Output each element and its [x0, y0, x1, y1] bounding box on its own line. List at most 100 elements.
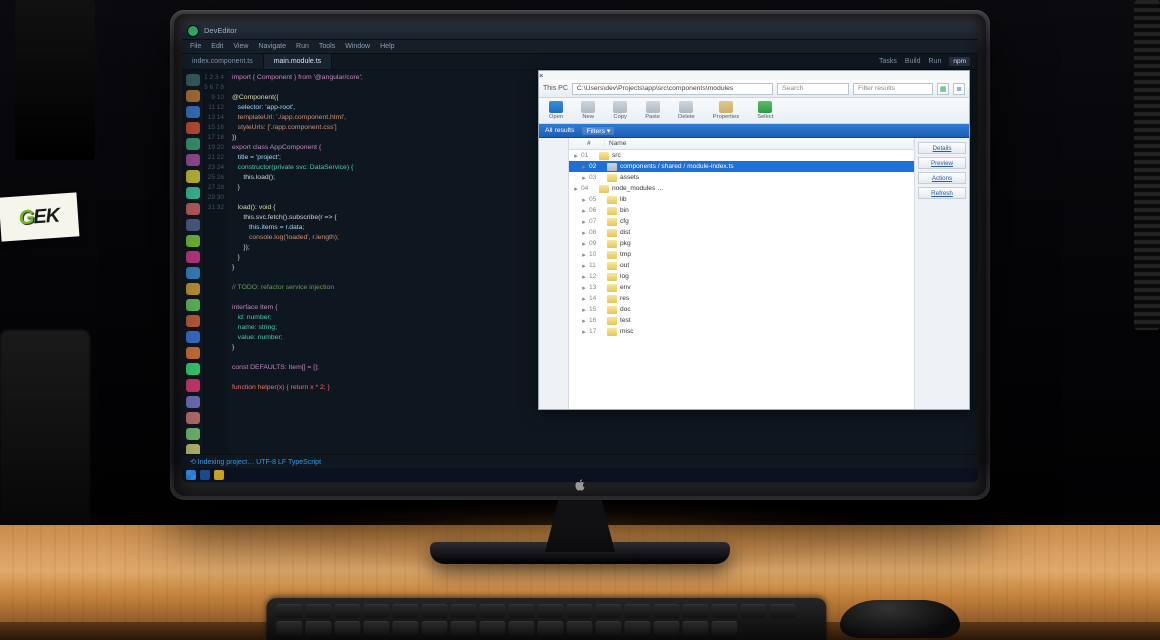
activity-icon[interactable]: [186, 396, 200, 408]
col-name[interactable]: Name: [605, 140, 914, 147]
expand-chevron-icon[interactable]: ▸: [579, 196, 589, 204]
menu-help[interactable]: Help: [380, 43, 394, 50]
activity-icon[interactable]: [186, 363, 200, 375]
expand-chevron-icon[interactable]: ▸: [579, 284, 589, 292]
ide-statusbar[interactable]: ⟲ Indexing project… UTF-8 LF TypeScript: [182, 454, 978, 468]
expand-chevron-icon[interactable]: ▸: [579, 306, 589, 314]
menu-navigate[interactable]: Navigate: [258, 43, 286, 50]
start-button-icon[interactable]: [186, 470, 196, 480]
list-item[interactable]: ▸12log: [569, 271, 914, 282]
tab-chip[interactable]: Run: [929, 58, 942, 65]
activity-icon[interactable]: [186, 299, 200, 311]
filter-dropdown[interactable]: Filters ▾: [582, 127, 614, 135]
explorer-columns[interactable]: # Name: [569, 138, 914, 150]
search-input[interactable]: Search: [777, 83, 849, 95]
activity-icon[interactable]: [186, 90, 200, 102]
explorer-list[interactable]: # Name ▸01src▸02components / shared / mo…: [569, 138, 914, 409]
expand-chevron-icon[interactable]: ▸: [579, 328, 589, 336]
expand-chevron-icon[interactable]: ▸: [579, 229, 589, 237]
list-item[interactable]: ▸08dist: [569, 227, 914, 238]
menu-run[interactable]: Run: [296, 43, 309, 50]
expand-chevron-icon[interactable]: ▸: [571, 185, 581, 193]
menu-file[interactable]: File: [190, 43, 201, 50]
side-refresh-button[interactable]: Refresh: [918, 187, 966, 199]
editor-tab[interactable]: index.component.ts: [182, 54, 264, 69]
breadcrumb[interactable]: This PC: [543, 85, 568, 92]
tab-chip[interactable]: Tasks: [879, 58, 897, 65]
activity-icon[interactable]: [186, 122, 200, 134]
ribbon-properties-button[interactable]: Properties: [709, 101, 743, 120]
expand-chevron-icon[interactable]: ▸: [579, 163, 589, 171]
activity-icon[interactable]: [186, 154, 200, 166]
editor-tab-active[interactable]: main.module.ts: [264, 54, 332, 69]
activity-icon[interactable]: [186, 251, 200, 263]
activity-icon[interactable]: [186, 412, 200, 424]
activity-icon[interactable]: [186, 187, 200, 199]
expand-chevron-icon[interactable]: ▸: [579, 262, 589, 270]
list-item[interactable]: ▸09pkg: [569, 238, 914, 249]
activity-icon[interactable]: [186, 347, 200, 359]
ribbon-open-button[interactable]: Open: [545, 101, 567, 120]
filter-input[interactable]: Filter results: [853, 83, 933, 95]
list-item[interactable]: ▸14res: [569, 293, 914, 304]
list-item[interactable]: ▸16test: [569, 315, 914, 326]
tab-badge[interactable]: npm: [949, 57, 970, 66]
list-item[interactable]: ▸01src: [569, 150, 914, 161]
activity-icon[interactable]: [186, 74, 200, 86]
ribbon-paste-button[interactable]: Paste: [641, 101, 664, 120]
view-grid-icon[interactable]: ▦: [937, 83, 949, 95]
activity-icon[interactable]: [186, 170, 200, 182]
expand-chevron-icon[interactable]: ▸: [579, 251, 589, 259]
activity-icon[interactable]: [186, 283, 200, 295]
list-item[interactable]: ▸04node_modules …: [569, 183, 914, 194]
explorer-window[interactable]: × This PC C:\Users\dev\Projects\app\src\…: [538, 70, 970, 410]
ribbon-new-button[interactable]: New: [577, 101, 599, 120]
menu-view[interactable]: View: [233, 43, 248, 50]
activity-icon[interactable]: [186, 138, 200, 150]
side-preview-button[interactable]: Preview: [918, 157, 966, 169]
expand-chevron-icon[interactable]: ▸: [579, 295, 589, 303]
window-close-icon[interactable]: ×: [539, 71, 969, 80]
side-actions-button[interactable]: Actions: [918, 172, 966, 184]
address-input[interactable]: C:\Users\dev\Projects\app\src\components…: [572, 83, 773, 95]
ribbon-select-button[interactable]: Select: [753, 101, 777, 120]
list-item[interactable]: ▸17misc: [569, 326, 914, 337]
list-item[interactable]: ▸10tmp: [569, 249, 914, 260]
tab-chip[interactable]: Build: [905, 58, 921, 65]
list-item[interactable]: ▸06bin: [569, 205, 914, 216]
list-item[interactable]: ▸03assets: [569, 172, 914, 183]
activity-icon[interactable]: [186, 267, 200, 279]
expand-chevron-icon[interactable]: ▸: [579, 240, 589, 248]
expand-chevron-icon[interactable]: ▸: [579, 317, 589, 325]
taskbar-icon[interactable]: [200, 470, 210, 480]
expand-chevron-icon[interactable]: ▸: [579, 218, 589, 226]
menu-edit[interactable]: Edit: [211, 43, 223, 50]
activity-icon[interactable]: [186, 203, 200, 215]
menu-tools[interactable]: Tools: [319, 43, 335, 50]
expand-chevron-icon[interactable]: ▸: [579, 207, 589, 215]
activity-icon[interactable]: [186, 235, 200, 247]
activity-icon[interactable]: [186, 331, 200, 343]
ribbon-delete-button[interactable]: Delete: [674, 101, 699, 120]
activity-icon[interactable]: [186, 379, 200, 391]
list-item[interactable]: ▸05lib: [569, 194, 914, 205]
menu-window[interactable]: Window: [345, 43, 370, 50]
expand-chevron-icon[interactable]: ▸: [571, 152, 581, 160]
activity-icon[interactable]: [186, 315, 200, 327]
expand-chevron-icon[interactable]: ▸: [579, 273, 589, 281]
list-item[interactable]: ▸02components / shared / module-index.ts: [569, 161, 914, 172]
list-item[interactable]: ▸11out: [569, 260, 914, 271]
activity-icon[interactable]: [186, 428, 200, 440]
ribbon-copy-button[interactable]: Copy: [609, 101, 631, 120]
activity-icon[interactable]: [186, 219, 200, 231]
col-number[interactable]: #: [583, 140, 605, 147]
list-item[interactable]: ▸15doc: [569, 304, 914, 315]
expand-chevron-icon[interactable]: ▸: [579, 174, 589, 182]
taskbar-icon[interactable]: [214, 470, 224, 480]
side-details-button[interactable]: Details: [918, 142, 966, 154]
activity-icon[interactable]: [186, 106, 200, 118]
list-item[interactable]: ▸13env: [569, 282, 914, 293]
view-list-icon[interactable]: ≣: [953, 83, 965, 95]
list-item[interactable]: ▸07cfg: [569, 216, 914, 227]
ide-titlebar[interactable]: DevEditor: [182, 22, 978, 40]
